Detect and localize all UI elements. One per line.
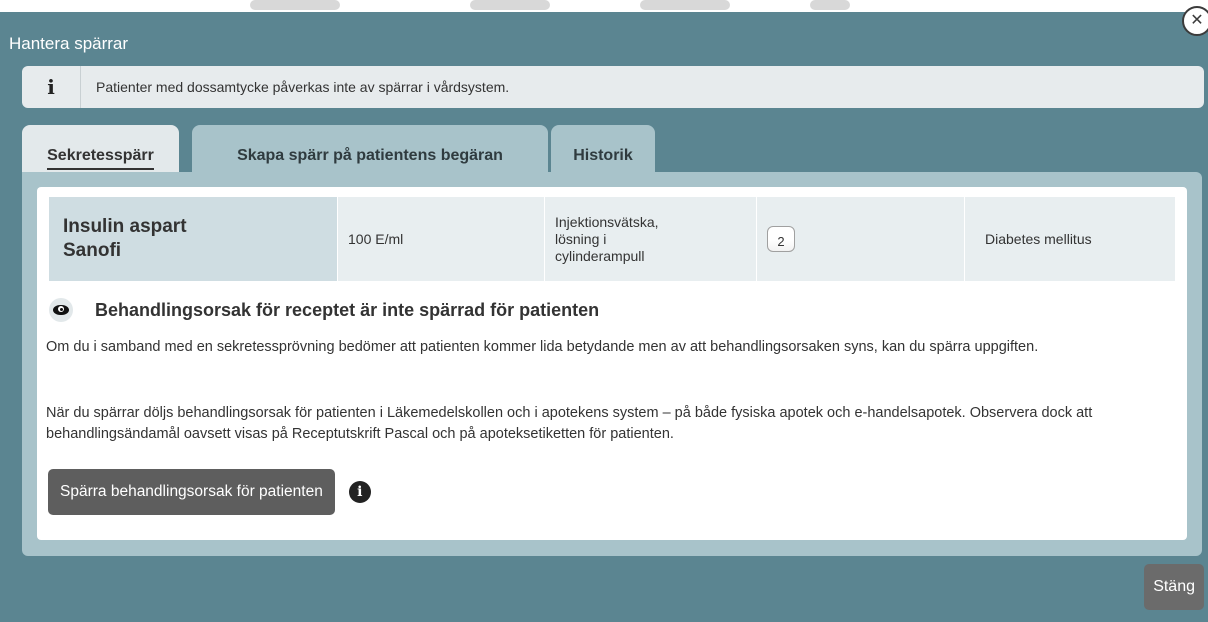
info-banner: i Patienter med dossamtycke påverkas int… xyxy=(22,66,1204,108)
background-stroke xyxy=(640,0,730,10)
background-stroke xyxy=(470,0,550,10)
package-count: 2 xyxy=(757,197,965,281)
content-card: Insulin aspart Sanofi 100 E/ml Injektions… xyxy=(37,187,1187,540)
status-row: Behandlingsorsak för receptet är inte sp… xyxy=(49,298,599,322)
drug-strength: 100 E/ml xyxy=(338,197,545,281)
close-button[interactable]: Stäng xyxy=(1144,564,1204,610)
tab-skapa-sparr[interactable]: Skapa spärr på patientens begäran xyxy=(192,125,548,173)
action-row: Spärra behandlingsorsak för patienten i xyxy=(48,469,371,515)
tab-historik[interactable]: Historik xyxy=(551,125,655,173)
close-icon[interactable]: ✕ xyxy=(1182,6,1208,36)
block-reason-button[interactable]: Spärra behandlingsorsak för patienten xyxy=(48,469,335,515)
count-badge: 2 xyxy=(767,226,795,252)
status-heading: Behandlingsorsak för receptet är inte sp… xyxy=(95,299,600,320)
tab-sekretessparr[interactable]: Sekretesspärr xyxy=(22,125,179,173)
info-banner-text: Patienter med dossamtycke påverkas inte … xyxy=(96,79,510,95)
eye-icon xyxy=(49,298,73,322)
background-stroke xyxy=(250,0,340,10)
info-circle-icon[interactable]: i xyxy=(348,481,371,503)
dialog-title: Hantera spärrar xyxy=(9,34,129,53)
info-icon: i xyxy=(22,66,81,108)
drug-indication: Diabetes mellitus xyxy=(965,197,1176,281)
drug-form: Injektionsvätska, lösning i cylinderampull xyxy=(545,197,757,281)
background-stroke xyxy=(810,0,850,10)
tab-panel: Insulin aspart Sanofi 100 E/ml Injektions… xyxy=(22,172,1202,556)
notice-paragraph: När du spärrar döljs behandlingsorsak fö… xyxy=(46,405,1093,442)
drug-row: Insulin aspart Sanofi 100 E/ml Injektions… xyxy=(49,197,1176,281)
drug-name: Insulin aspart Sanofi xyxy=(49,197,338,281)
description-paragraph: Om du i samband med en sekretessprövning… xyxy=(46,339,1039,355)
background-strip xyxy=(0,0,1208,12)
